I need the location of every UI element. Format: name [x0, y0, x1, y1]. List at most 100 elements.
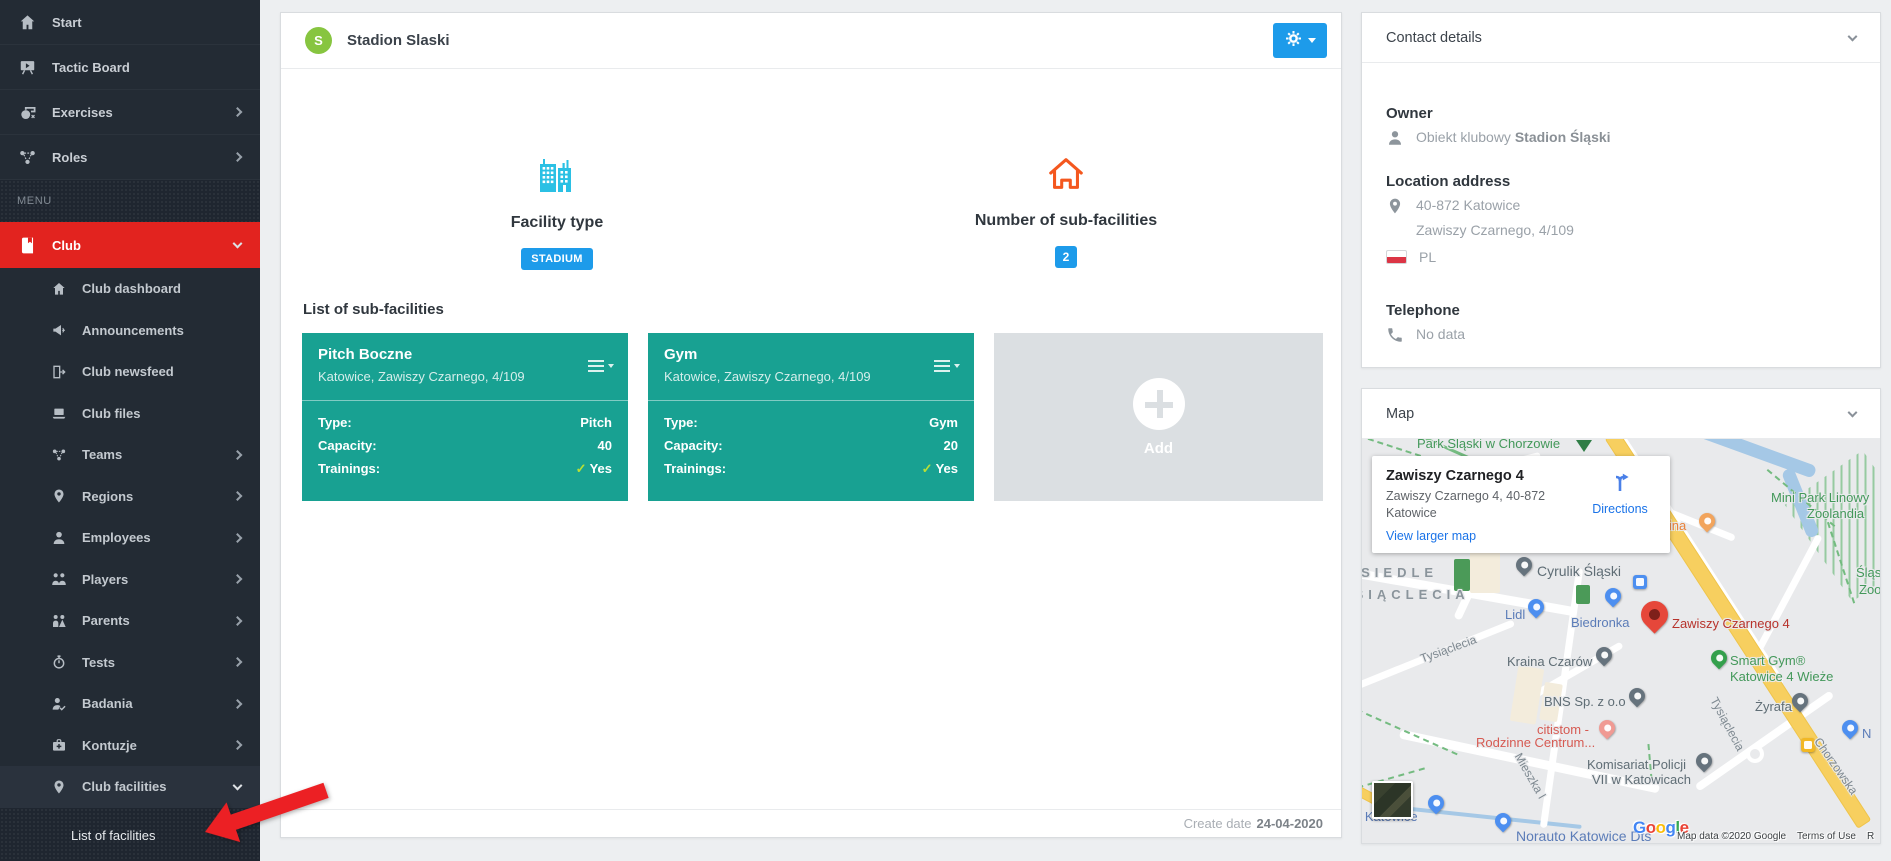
stopwatch-icon	[51, 654, 67, 670]
sidebar-item-tests[interactable]: Tests	[0, 642, 260, 684]
komisariat-pin	[1693, 750, 1716, 773]
sidebar-item-tactic-board[interactable]: Tactic Board	[0, 45, 260, 90]
check-icon: ✓	[922, 461, 933, 476]
chevron-right-icon	[233, 450, 243, 460]
map-trail	[1362, 709, 1458, 756]
map-label: Norauto Katowice Dts	[1516, 828, 1651, 843]
google-map[interactable]: Park Śląski w ChorzowieMini Park LinowyZ…	[1362, 439, 1880, 843]
map-label: Komisariat Policji	[1587, 757, 1686, 772]
create-date-value: 24-04-2020	[1257, 816, 1324, 831]
citistom-pin	[1596, 717, 1619, 740]
avatar: S	[305, 27, 332, 54]
person-icon	[1386, 129, 1404, 147]
add-sub-facility-button[interactable]: Add	[994, 333, 1323, 501]
directions-button[interactable]: Directions	[1582, 470, 1658, 516]
home-icon	[18, 13, 37, 32]
biedronka-pin	[1602, 585, 1625, 608]
map-label: Zawiszy Czarnego 4	[1672, 616, 1790, 631]
map-label: N	[1862, 726, 1871, 741]
chevron-down-icon	[1848, 407, 1858, 417]
stat-label: Facility type	[397, 214, 717, 232]
sub-facility-card[interactable]: Pitch Boczne Katowice, Zawiszy Czarnego,…	[302, 333, 628, 501]
settings-button[interactable]	[1273, 23, 1327, 58]
telephone-heading: Telephone	[1386, 302, 1460, 319]
laptop-icon	[51, 405, 67, 421]
map-label: Smart Gym®	[1730, 653, 1805, 668]
map-attribution: Map data ©2020 Google	[1677, 831, 1786, 842]
card-menu-button[interactable]	[934, 357, 960, 375]
sidebar-item-kontuzje[interactable]: Kontuzje	[0, 725, 260, 767]
door-exit-icon	[51, 364, 67, 380]
map-label: Biedronka	[1571, 615, 1630, 630]
sub-facility-address: Katowice, Zawiszy Czarnego, 4/109	[664, 369, 958, 384]
chevron-down-icon	[1308, 38, 1316, 43]
contact-details-header[interactable]: Contact details	[1362, 13, 1880, 63]
sidebar-item-badania[interactable]: Badania	[0, 683, 260, 725]
people-pair-icon	[51, 571, 67, 587]
chevron-right-icon	[233, 491, 243, 501]
sidebar-item-list-of-facilities[interactable]: List of facilities	[0, 815, 260, 856]
map-label: Zoolandia	[1807, 506, 1864, 521]
sidebar-item-teams[interactable]: Teams	[0, 434, 260, 476]
norauto-pin	[1492, 810, 1515, 833]
map-label: BNS Sp. z o.o	[1544, 694, 1626, 709]
sidebar-item-regions[interactable]: Regions	[0, 476, 260, 518]
map-roundabout	[1746, 745, 1764, 763]
plus-icon	[1133, 378, 1185, 430]
sidebar-item-start[interactable]: Start	[0, 0, 260, 45]
sub-facility-card[interactable]: Gym Katowice, Zawiszy Czarnego, 4/109 Ty…	[648, 333, 974, 501]
poland-flag-icon	[1386, 250, 1407, 264]
owner-heading: Owner	[1386, 105, 1433, 122]
whistle-icon	[18, 103, 37, 122]
person-icon	[51, 530, 67, 546]
map-green-area	[1576, 585, 1590, 604]
chevron-right-icon	[233, 740, 243, 750]
map-pin-icon	[1386, 197, 1404, 215]
sidebar-item-employees[interactable]: Employees	[0, 517, 260, 559]
sidebar-item-club-newsfeed[interactable]: Club newsfeed	[0, 351, 260, 393]
phone-value: No data	[1416, 326, 1465, 342]
terms-of-use-link[interactable]: Terms of Use	[1797, 831, 1856, 842]
chevron-down-icon	[233, 780, 243, 790]
map-header[interactable]: Map	[1362, 389, 1880, 439]
sidebar-item-club-dashboard[interactable]: Club dashboard	[0, 268, 260, 310]
buildings-icon	[535, 184, 579, 201]
sub-facility-title: Gym	[664, 346, 958, 363]
section-heading: List of sub-facilities	[303, 301, 444, 318]
sidebar-item-club-files[interactable]: Club files	[0, 393, 260, 435]
chevron-down-icon	[1848, 31, 1858, 41]
stat-label: Number of sub-facilities	[906, 212, 1226, 230]
map-pin-icon	[51, 488, 67, 504]
location-heading: Location address	[1386, 173, 1510, 190]
map-river	[1686, 439, 1817, 479]
chevron-right-icon	[233, 152, 243, 162]
map-label: Zoo	[1859, 582, 1880, 597]
sub-facilities-count-badge: 2	[1055, 246, 1078, 268]
sidebar-item-club[interactable]: Club	[0, 222, 260, 268]
report-error-link[interactable]: R	[1867, 831, 1874, 842]
map-label: Lidl	[1505, 607, 1525, 622]
satellite-view-toggle[interactable]	[1372, 781, 1413, 819]
map-label: Tysiąclecia	[1418, 632, 1478, 665]
sidebar-item-announcements[interactable]: Announcements	[0, 310, 260, 352]
people-network-icon	[51, 447, 67, 463]
phone-icon	[1386, 326, 1404, 344]
facility-header: S Stadion Slaski	[281, 13, 1341, 69]
hamburger-icon	[934, 357, 950, 375]
view-larger-map-link[interactable]: View larger map	[1386, 529, 1476, 543]
card-menu-button[interactable]	[588, 357, 614, 375]
check-icon: ✓	[576, 461, 587, 476]
sidebar-item-exercises[interactable]: Exercises	[0, 90, 260, 135]
sidebar-item-parents[interactable]: Parents	[0, 600, 260, 642]
map-info-window: Zawiszy Czarnego 4 Zawiszy Czarnego 4, 4…	[1372, 456, 1670, 553]
sub-facility-title: Pitch Boczne	[318, 346, 612, 363]
chevron-down-icon	[954, 364, 960, 368]
people-network-icon	[18, 148, 37, 167]
sub-facilities-stat: Number of sub-facilities 2	[906, 153, 1226, 268]
sidebar-item-club-facilities[interactable]: Club facilities	[0, 766, 260, 808]
map-panel: Map	[1361, 388, 1881, 844]
home-icon	[51, 281, 67, 297]
sidebar-item-players[interactable]: Players	[0, 559, 260, 601]
map-label: Rodzinne Centrum...	[1476, 735, 1595, 750]
sidebar-item-roles[interactable]: Roles	[0, 135, 260, 180]
